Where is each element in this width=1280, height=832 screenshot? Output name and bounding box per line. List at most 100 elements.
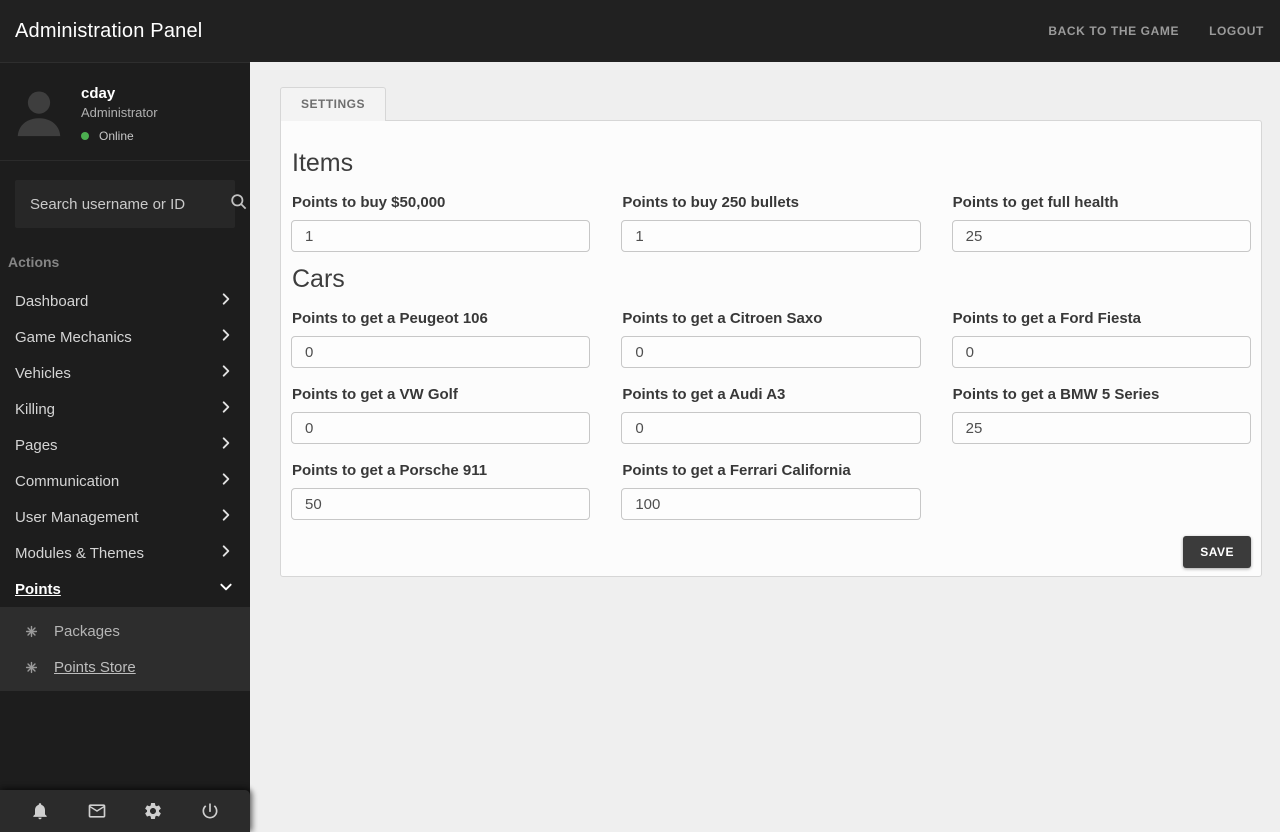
user-profile: cday Administrator Online bbox=[0, 63, 250, 161]
cars-fields: Points to get a Peugeot 106 Points to ge… bbox=[291, 310, 1251, 520]
submenu-item-label: Points Store bbox=[54, 658, 136, 676]
field-label: Points to get a Citroen Saxo bbox=[622, 310, 823, 327]
submenu-item-label: Packages bbox=[54, 622, 120, 640]
submenu-item-packages[interactable]: Packages bbox=[0, 613, 250, 649]
online-status-dot bbox=[81, 132, 89, 140]
field-points-50000: Points to buy $50,000 bbox=[291, 194, 591, 252]
chevron-right-icon bbox=[219, 292, 233, 311]
points-input[interactable] bbox=[951, 220, 1251, 252]
sidebar-item-killing[interactable]: Killing bbox=[0, 391, 250, 427]
logout-link[interactable]: LOGOUT bbox=[1209, 24, 1264, 38]
bell-icon[interactable] bbox=[30, 801, 50, 821]
avatar bbox=[10, 83, 68, 141]
field-label: Points to get a Audi A3 bbox=[622, 386, 786, 403]
chevron-right-icon bbox=[219, 472, 233, 491]
section-title-cars: Cars bbox=[292, 265, 345, 293]
chevron-down-icon bbox=[219, 580, 233, 599]
search-input[interactable] bbox=[30, 195, 229, 213]
field-vw-golf: Points to get a VW Golf bbox=[291, 386, 591, 444]
sidebar-item-user-management[interactable]: User Management bbox=[0, 499, 250, 535]
field-label: Points to get a Ferrari California bbox=[622, 462, 851, 479]
topbar-links: BACK TO THE GAME LOGOUT bbox=[1048, 24, 1280, 38]
mail-icon[interactable] bbox=[87, 801, 107, 821]
field-points-health: Points to get full health bbox=[951, 194, 1251, 252]
sidebar-item-label: Killing bbox=[15, 400, 56, 418]
field-label: Points to get a Ford Fiesta bbox=[952, 310, 1142, 327]
sidebar-item-label: Vehicles bbox=[15, 364, 71, 382]
points-input[interactable] bbox=[621, 336, 921, 368]
field-label: Points to buy 250 bullets bbox=[622, 194, 800, 211]
sidebar-item-vehicles[interactable]: Vehicles bbox=[0, 355, 250, 391]
sidebar-item-label: Modules & Themes bbox=[15, 544, 144, 562]
sidebar-item-label: Dashboard bbox=[15, 292, 89, 310]
sidebar-item-points[interactable]: Points bbox=[0, 571, 250, 607]
field-label: Points to get a Porsche 911 bbox=[292, 462, 488, 479]
settings-panel: Items Points to buy $50,000 Points to bu… bbox=[280, 120, 1262, 577]
back-to-game-link[interactable]: BACK TO THE GAME bbox=[1048, 24, 1179, 38]
points-submenu: Packages Points Store bbox=[0, 607, 250, 691]
asterisk-icon bbox=[25, 625, 38, 638]
sidebar-item-label: Pages bbox=[15, 436, 58, 454]
sidebar-item-communication[interactable]: Communication bbox=[0, 463, 250, 499]
items-fields: Points to buy $50,000 Points to buy 250 … bbox=[291, 194, 1251, 252]
field-points-bullets: Points to buy 250 bullets bbox=[621, 194, 921, 252]
sidebar-item-label: Game Mechanics bbox=[15, 328, 132, 346]
field-citroen-saxo: Points to get a Citroen Saxo bbox=[621, 310, 921, 368]
save-row: SAVE bbox=[291, 536, 1251, 568]
actions-section-label: Actions bbox=[8, 254, 60, 270]
search-icon[interactable] bbox=[229, 192, 248, 216]
user-role: Administrator bbox=[81, 105, 158, 120]
field-porsche-911: Points to get a Porsche 911 bbox=[291, 462, 591, 520]
field-audi-a3: Points to get a Audi A3 bbox=[621, 386, 921, 444]
field-bmw-5-series: Points to get a BMW 5 Series bbox=[951, 386, 1251, 444]
points-input[interactable] bbox=[621, 488, 921, 520]
online-status-label: Online bbox=[99, 129, 134, 143]
sidebar-nav: Dashboard Game Mechanics Vehicles Killin… bbox=[0, 283, 250, 691]
user-status: Online bbox=[81, 129, 158, 143]
field-ferrari-california: Points to get a Ferrari California bbox=[621, 462, 921, 520]
field-label: Points to get a BMW 5 Series bbox=[952, 386, 1160, 403]
tab-settings[interactable]: SETTINGS bbox=[280, 87, 387, 121]
chevron-right-icon bbox=[219, 436, 233, 455]
save-button[interactable]: SAVE bbox=[1183, 536, 1251, 568]
sidebar-item-pages[interactable]: Pages bbox=[0, 427, 250, 463]
main-content: SETTINGS Items Points to buy $50,000 Poi… bbox=[250, 62, 1280, 832]
field-label: Points to buy $50,000 bbox=[292, 194, 446, 211]
points-input[interactable] bbox=[291, 412, 591, 444]
points-input[interactable] bbox=[291, 336, 591, 368]
points-input[interactable] bbox=[291, 488, 591, 520]
submenu-item-points-store[interactable]: Points Store bbox=[0, 649, 250, 685]
field-label: Points to get a Peugeot 106 bbox=[292, 310, 488, 327]
profile-info: cday Administrator Online bbox=[81, 83, 158, 143]
sidebar-item-label: User Management bbox=[15, 508, 139, 526]
gear-icon[interactable] bbox=[143, 801, 163, 821]
points-input[interactable] bbox=[291, 220, 591, 252]
points-input[interactable] bbox=[621, 220, 921, 252]
asterisk-icon bbox=[25, 661, 38, 674]
points-input[interactable] bbox=[951, 336, 1251, 368]
sidebar-item-modules-themes[interactable]: Modules & Themes bbox=[0, 535, 250, 571]
user-search-box[interactable] bbox=[15, 180, 247, 228]
username: cday bbox=[81, 85, 116, 102]
field-label: Points to get a VW Golf bbox=[292, 386, 458, 403]
field-ford-fiesta: Points to get a Ford Fiesta bbox=[951, 310, 1251, 368]
sidebar-item-label: Points bbox=[15, 580, 61, 598]
field-peugeot-106: Points to get a Peugeot 106 bbox=[291, 310, 591, 368]
sidebar: cday Administrator Online Actions Dashbo… bbox=[0, 62, 250, 832]
chevron-right-icon bbox=[219, 400, 233, 419]
section-title-items: Items bbox=[292, 149, 354, 177]
app-title: Administration Panel bbox=[15, 19, 203, 42]
sidebar-item-dashboard[interactable]: Dashboard bbox=[0, 283, 250, 319]
sidebar-item-game-mechanics[interactable]: Game Mechanics bbox=[0, 319, 250, 355]
sidebar-footer bbox=[0, 790, 250, 832]
points-input[interactable] bbox=[951, 412, 1251, 444]
sidebar-item-label: Communication bbox=[15, 472, 120, 490]
chevron-right-icon bbox=[219, 364, 233, 383]
chevron-right-icon bbox=[219, 328, 233, 347]
power-icon[interactable] bbox=[200, 801, 220, 821]
top-bar: Administration Panel BACK TO THE GAME LO… bbox=[0, 0, 1280, 62]
chevron-right-icon bbox=[219, 544, 233, 563]
chevron-right-icon bbox=[219, 508, 233, 527]
points-input[interactable] bbox=[621, 412, 921, 444]
field-label: Points to get full health bbox=[952, 194, 1119, 211]
